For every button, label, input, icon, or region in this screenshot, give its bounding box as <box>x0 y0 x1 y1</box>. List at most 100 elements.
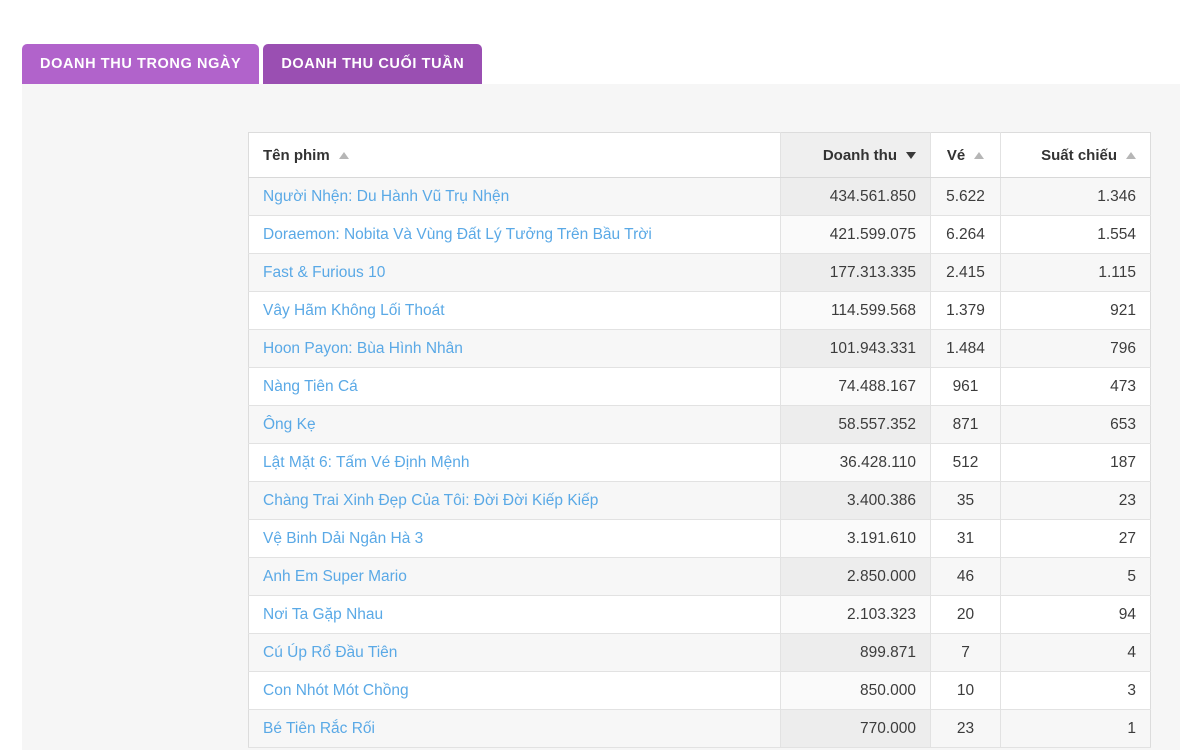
film-title-link[interactable]: Chàng Trai Xinh Đẹp Của Tôi: Đời Đời Kiế… <box>263 492 598 509</box>
cell-film-name: Anh Em Super Mario <box>248 557 781 596</box>
film-title-link[interactable]: Ông Kẹ <box>263 416 316 433</box>
cell-revenue: 899.871 <box>780 633 931 672</box>
sort-ascending-icon <box>338 151 349 159</box>
cell-film-name: Fast & Furious 10 <box>248 253 781 292</box>
cell-revenue: 177.313.335 <box>780 253 931 292</box>
cell-revenue: 3.400.386 <box>780 481 931 520</box>
cell-showtimes: 796 <box>1000 329 1151 368</box>
table-row[interactable]: Lật Mặt 6: Tấm Vé Định Mệnh 36.428.110 512… <box>248 443 1151 482</box>
cell-revenue: 2.850.000 <box>780 557 931 596</box>
cell-tickets: 2.415 <box>930 253 1001 292</box>
column-header-revenue[interactable]: Doanh thu <box>780 132 931 178</box>
cell-showtimes: 1.115 <box>1000 253 1151 292</box>
table-row[interactable]: Vây Hãm Không Lối Thoát 114.599.568 1.379 9… <box>248 291 1151 330</box>
cell-revenue: 434.561.850 <box>780 177 931 216</box>
cell-showtimes: 653 <box>1000 405 1151 444</box>
film-title-link[interactable]: Cú Úp Rổ Đầu Tiên <box>263 644 397 661</box>
table-row[interactable]: Ông Kẹ 58.557.352 871 653 <box>248 405 1151 444</box>
cell-revenue: 770.000 <box>780 709 931 748</box>
column-header-tickets[interactable]: Vé <box>930 132 1001 178</box>
page-root: Doanh thu trong ngày Doanh thu cuối tuần… <box>0 0 1200 750</box>
table-row[interactable]: Fast & Furious 10 177.313.335 2.415 1.115 <box>248 253 1151 292</box>
film-title-link[interactable]: Người Nhện: Du Hành Vũ Trụ Nhện <box>263 188 509 205</box>
cell-showtimes: 473 <box>1000 367 1151 406</box>
cell-showtimes: 1.346 <box>1000 177 1151 216</box>
cell-film-name: Doraemon: Nobita Và Vùng Đất Lý Tưởng Tr… <box>248 215 781 254</box>
cell-showtimes: 1 <box>1000 709 1151 748</box>
film-title-link[interactable]: Nơi Ta Gặp Nhau <box>263 606 383 623</box>
cell-showtimes: 5 <box>1000 557 1151 596</box>
film-title-link[interactable]: Fast & Furious 10 <box>263 264 385 281</box>
cell-showtimes: 1.554 <box>1000 215 1151 254</box>
film-title-link[interactable]: Nàng Tiên Cá <box>263 378 358 395</box>
cell-tickets: 23 <box>930 709 1001 748</box>
table-row[interactable]: Nơi Ta Gặp Nhau 2.103.323 20 94 <box>248 595 1151 634</box>
sort-descending-icon <box>906 151 916 159</box>
table-row[interactable]: Bé Tiên Rắc Rối 770.000 23 1 <box>248 709 1151 748</box>
cell-revenue: 74.488.167 <box>780 367 931 406</box>
cell-film-name: Vệ Binh Dải Ngân Hà 3 <box>248 519 781 558</box>
column-header-tickets-label: Vé <box>946 146 966 164</box>
cell-showtimes: 3 <box>1000 671 1151 710</box>
sort-ascending-icon <box>1126 151 1136 159</box>
sort-ascending-icon <box>974 151 985 159</box>
cell-film-name: Nàng Tiên Cá <box>248 367 781 406</box>
film-title-link[interactable]: Bé Tiên Rắc Rối <box>263 720 375 737</box>
film-title-link[interactable]: Anh Em Super Mario <box>263 568 407 585</box>
table-row[interactable]: Chàng Trai Xinh Đẹp Của Tôi: Đời Đời Kiế… <box>248 481 1151 520</box>
cell-tickets: 5.622 <box>930 177 1001 216</box>
cell-film-name: Người Nhện: Du Hành Vũ Trụ Nhện <box>248 177 781 216</box>
cell-film-name: Lật Mặt 6: Tấm Vé Định Mệnh <box>248 443 781 482</box>
column-header-showtimes[interactable]: Suất chiếu <box>1000 132 1151 178</box>
table-row[interactable]: Nàng Tiên Cá 74.488.167 961 473 <box>248 367 1151 406</box>
cell-revenue: 58.557.352 <box>780 405 931 444</box>
revenue-table-wrapper: Tên phim Doanh thu Vé Suất chiếu Người N… <box>248 132 1151 748</box>
cell-revenue: 421.599.075 <box>780 215 931 254</box>
cell-film-name: Con Nhót Mót Chồng <box>248 671 781 710</box>
cell-tickets: 35 <box>930 481 1001 520</box>
column-header-showtimes-label: Suất chiếu <box>1041 146 1117 164</box>
cell-revenue: 101.943.331 <box>780 329 931 368</box>
table-header: Tên phim Doanh thu Vé Suất chiếu <box>248 132 1151 178</box>
cell-film-name: Hoon Payon: Bùa Hình Nhân <box>248 329 781 368</box>
tab-daily-revenue-label: Doanh thu trong ngày <box>40 56 242 72</box>
cell-tickets: 46 <box>930 557 1001 596</box>
table-row[interactable]: Con Nhót Mót Chồng 850.000 10 3 <box>248 671 1151 710</box>
cell-film-name: Ông Kẹ <box>248 405 781 444</box>
cell-revenue: 2.103.323 <box>780 595 931 634</box>
cell-tickets: 7 <box>930 633 1001 672</box>
cell-tickets: 961 <box>930 367 1001 406</box>
table-row[interactable]: Hoon Payon: Bùa Hình Nhân 101.943.331 1.48… <box>248 329 1151 368</box>
table-header-row: Tên phim Doanh thu Vé Suất chiếu <box>248 132 1151 178</box>
tab-weekend-revenue[interactable]: Doanh thu cuối tuần <box>263 44 483 84</box>
table-row[interactable]: Anh Em Super Mario 2.850.000 46 5 <box>248 557 1151 596</box>
tab-daily-revenue[interactable]: Doanh thu trong ngày <box>22 44 260 84</box>
cell-showtimes: 94 <box>1000 595 1151 634</box>
cell-film-name: Vây Hãm Không Lối Thoát <box>248 291 781 330</box>
table-row[interactable]: Người Nhện: Du Hành Vũ Trụ Nhện 434.561.8… <box>248 177 1151 216</box>
cell-film-name: Cú Úp Rổ Đầu Tiên <box>248 633 781 672</box>
column-header-film-name[interactable]: Tên phim <box>248 132 781 178</box>
cell-tickets: 31 <box>930 519 1001 558</box>
film-title-link[interactable]: Doraemon: Nobita Và Vùng Đất Lý Tưởng Tr… <box>263 226 652 243</box>
cell-film-name: Bé Tiên Rắc Rối <box>248 709 781 748</box>
film-title-link[interactable]: Lật Mặt 6: Tấm Vé Định Mệnh <box>263 454 469 471</box>
film-title-link[interactable]: Con Nhót Mót Chồng <box>263 682 409 699</box>
column-header-revenue-label: Doanh thu <box>822 146 897 164</box>
table-row[interactable]: Vệ Binh Dải Ngân Hà 3 3.191.610 31 27 <box>248 519 1151 558</box>
cell-revenue: 3.191.610 <box>780 519 931 558</box>
film-title-link[interactable]: Hoon Payon: Bùa Hình Nhân <box>263 340 463 357</box>
cell-revenue: 850.000 <box>780 671 931 710</box>
column-header-film-name-label: Tên phim <box>263 146 330 164</box>
revenue-table: Tên phim Doanh thu Vé Suất chiếu Người N… <box>248 132 1151 748</box>
cell-tickets: 10 <box>930 671 1001 710</box>
table-row[interactable]: Doraemon: Nobita Và Vùng Đất Lý Tưởng Tr… <box>248 215 1151 254</box>
cell-tickets: 512 <box>930 443 1001 482</box>
tab-bar: Doanh thu trong ngày Doanh thu cuối tuần <box>22 44 483 84</box>
cell-showtimes: 187 <box>1000 443 1151 482</box>
table-body: Người Nhện: Du Hành Vũ Trụ Nhện 434.561.8… <box>248 177 1151 748</box>
table-row[interactable]: Cú Úp Rổ Đầu Tiên 899.871 7 4 <box>248 633 1151 672</box>
film-title-link[interactable]: Vây Hãm Không Lối Thoát <box>263 302 445 319</box>
cell-showtimes: 921 <box>1000 291 1151 330</box>
film-title-link[interactable]: Vệ Binh Dải Ngân Hà 3 <box>263 530 423 547</box>
